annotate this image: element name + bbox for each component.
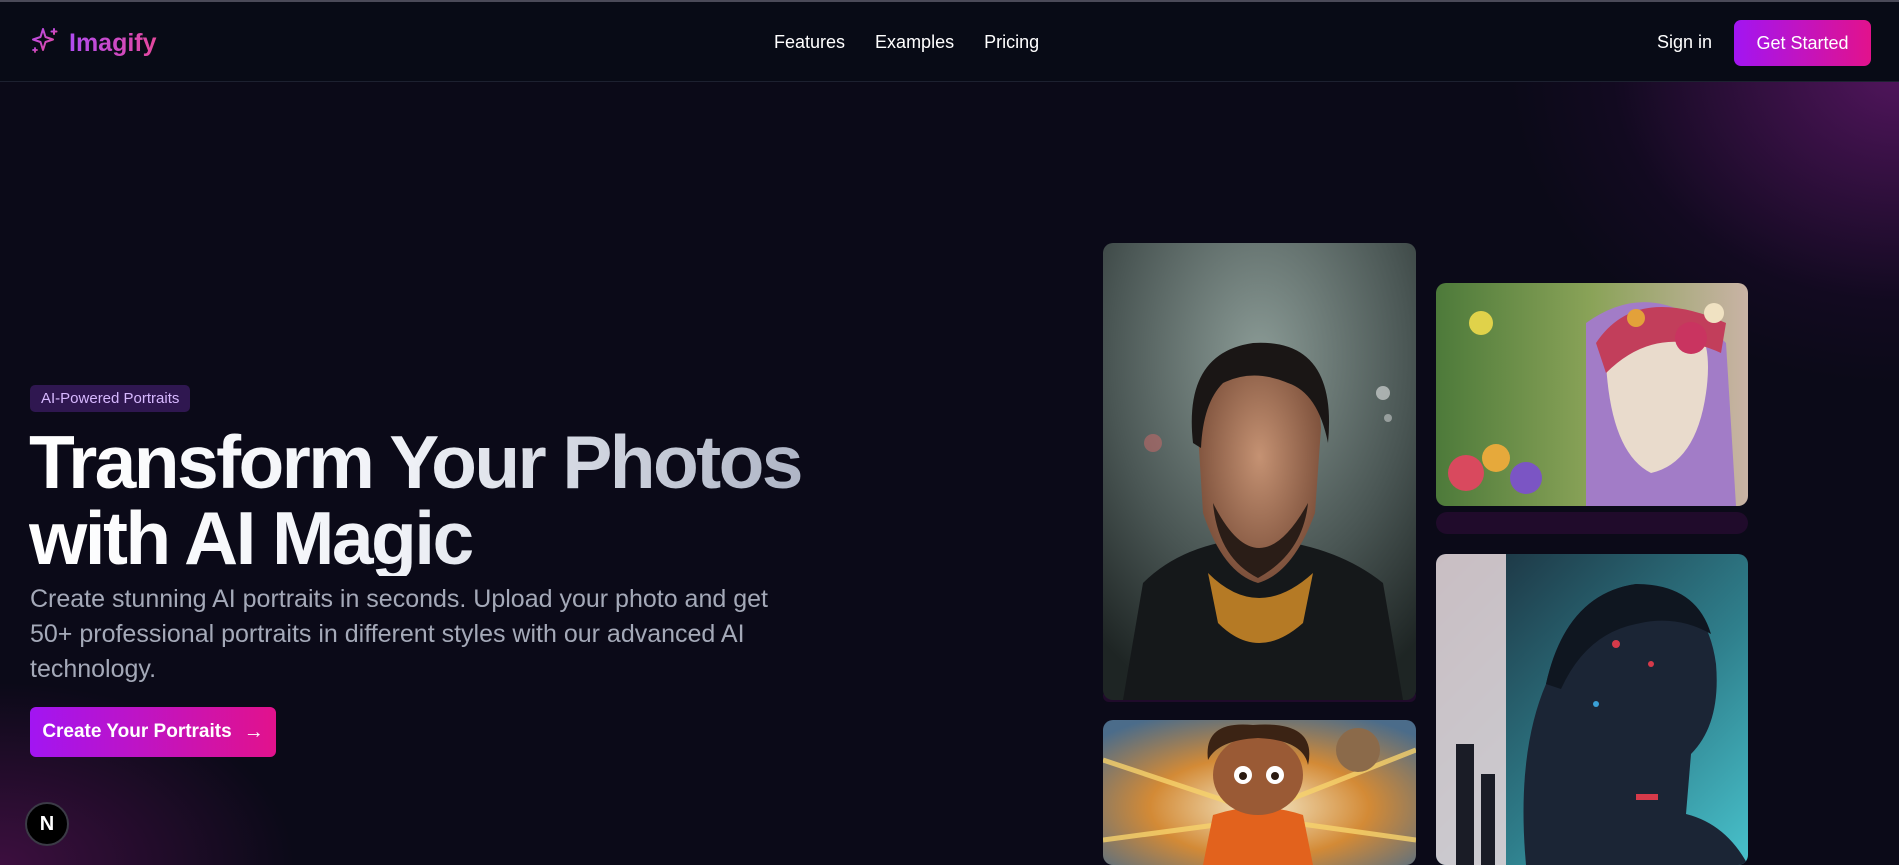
brand-name: Imagify	[69, 29, 157, 57]
framework-badge-icon[interactable]: N	[25, 802, 69, 846]
nav-pricing-link[interactable]: Pricing	[984, 32, 1039, 53]
hero-title: Transform Your Photos with AI Magic	[29, 424, 849, 576]
gallery-image-man-winter	[1103, 243, 1416, 700]
gallery-image-yarn-doll	[1436, 283, 1748, 506]
nav-examples-link[interactable]: Examples	[875, 32, 954, 53]
gallery-image-cartoon-kid	[1103, 720, 1416, 865]
gallery-card-shadow	[1436, 512, 1748, 534]
gallery-image-cyber-man	[1436, 554, 1748, 865]
main-nav: Features Examples Pricing	[774, 32, 1039, 53]
arrow-right-icon: →	[243, 720, 264, 743]
hero-title-line-2: with AI Magic	[29, 496, 472, 580]
hero-title-line-1: Transform Your Photos	[29, 420, 801, 504]
create-portraits-label: Create Your Portraits	[42, 721, 232, 742]
brand-logo[interactable]: Imagify	[30, 26, 157, 61]
hero-badge: AI-Powered Portraits	[30, 385, 191, 412]
site-header: Imagify Features Examples Pricing Sign i…	[0, 2, 1899, 82]
hero-subtitle: Create stunning AI portraits in seconds.…	[30, 585, 768, 683]
get-started-button[interactable]: Get Started	[1734, 20, 1871, 66]
nav-features-link[interactable]: Features	[774, 32, 845, 53]
sparkle-icon	[30, 26, 60, 61]
sign-in-link[interactable]: Sign in	[1657, 32, 1712, 53]
create-portraits-button[interactable]: Create Your Portraits →	[30, 707, 276, 757]
